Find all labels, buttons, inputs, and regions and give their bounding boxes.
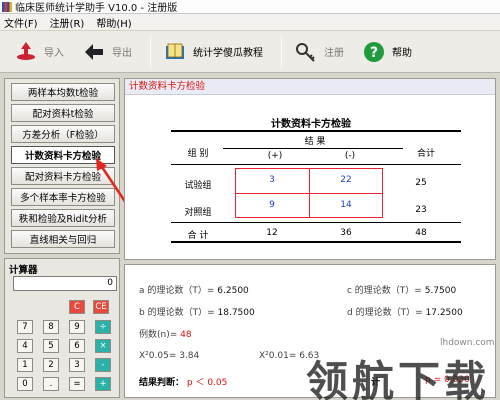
calc-key-c[interactable]: C: [69, 300, 85, 314]
calc-key-divide[interactable]: ÷: [95, 320, 111, 334]
table-sum-rule: [171, 222, 461, 223]
watermark: lhdown.com 领航下载: [300, 330, 500, 400]
cell-sum-positive: 12: [266, 228, 278, 238]
header-positive: (+): [267, 151, 283, 161]
calc-key-6[interactable]: 6: [69, 339, 85, 353]
result-judgement: 结果判断： p ＜ 0.05: [139, 378, 228, 388]
theory-d: d 的理论数（T）= 17.2500: [347, 308, 463, 318]
table-header-rule: [171, 164, 461, 165]
calc-key-2[interactable]: 2: [43, 358, 59, 372]
calc-key-1[interactable]: 1: [17, 358, 33, 372]
table-title: 计数资料卡方检验: [271, 119, 351, 130]
calc-key-equals[interactable]: =: [69, 377, 85, 391]
header-group: 组 别: [187, 149, 209, 159]
calc-key-decimal[interactable]: .: [43, 377, 59, 391]
calc-key-8[interactable]: 8: [43, 320, 59, 334]
row-label-trial: 试验组: [184, 181, 212, 191]
chi-critical-05: X²0.05= 3.84: [139, 351, 200, 361]
theory-a: a 的理论数（T）= 6.2500: [139, 286, 249, 296]
calc-key-subtract[interactable]: -: [95, 358, 111, 372]
calculator: 计算器 0 C CE 7 8 9 ÷ 4 5 6 × 1 2 3 - 0 . =…: [4, 258, 120, 398]
calc-key-4[interactable]: 4: [17, 339, 33, 353]
calculator-title: 计算器: [9, 265, 38, 276]
calc-key-3[interactable]: 3: [69, 358, 85, 372]
row-label-control: 对照组: [184, 208, 212, 218]
calc-key-ce[interactable]: CE: [93, 300, 109, 314]
cell-sum-negative: 36: [340, 228, 352, 238]
cell-sum-total: 48: [415, 228, 427, 238]
calc-key-5[interactable]: 5: [43, 339, 59, 353]
cell-trial-negative[interactable]: 22: [311, 175, 381, 185]
calc-key-multiply[interactable]: ×: [95, 339, 111, 353]
cell-trial-total: 25: [415, 178, 427, 188]
watermark-text: 领航下载: [306, 357, 491, 400]
sample-size: 例数(n)= 48: [139, 330, 192, 340]
header-result: 结 果: [304, 137, 326, 147]
theory-b: b 的理论数（T）= 18.7500: [139, 308, 255, 318]
watermark-url: lhdown.com: [440, 338, 495, 348]
cell-control-total: 23: [415, 205, 427, 215]
calc-key-7[interactable]: 7: [17, 320, 33, 334]
calculator-display: 0: [13, 276, 117, 291]
cell-control-positive[interactable]: 9: [237, 200, 307, 210]
panel-title: 计数资料卡方检验: [125, 79, 495, 95]
calc-key-9[interactable]: 9: [69, 320, 85, 334]
table-bottom-rule: [171, 241, 461, 243]
header-total: 合计: [416, 149, 435, 159]
cell-trial-positive[interactable]: 3: [237, 175, 307, 185]
calc-key-0[interactable]: 0: [17, 377, 33, 391]
table-top-rule: [171, 130, 461, 132]
table-header-divider: [223, 148, 403, 149]
calc-key-add[interactable]: +: [95, 377, 111, 391]
chi-square-panel: 计数资料卡方检验 计数资料卡方检验 组 别 结 果 (+) (-) 合计 试验组…: [124, 78, 496, 260]
header-negative: (-): [344, 151, 356, 161]
theory-c: c 的理论数（T）= 5.7500: [347, 286, 457, 296]
row-label-sum: 合 计: [187, 231, 209, 241]
cell-control-negative[interactable]: 14: [311, 200, 381, 210]
input-grid-hline: [235, 193, 383, 194]
